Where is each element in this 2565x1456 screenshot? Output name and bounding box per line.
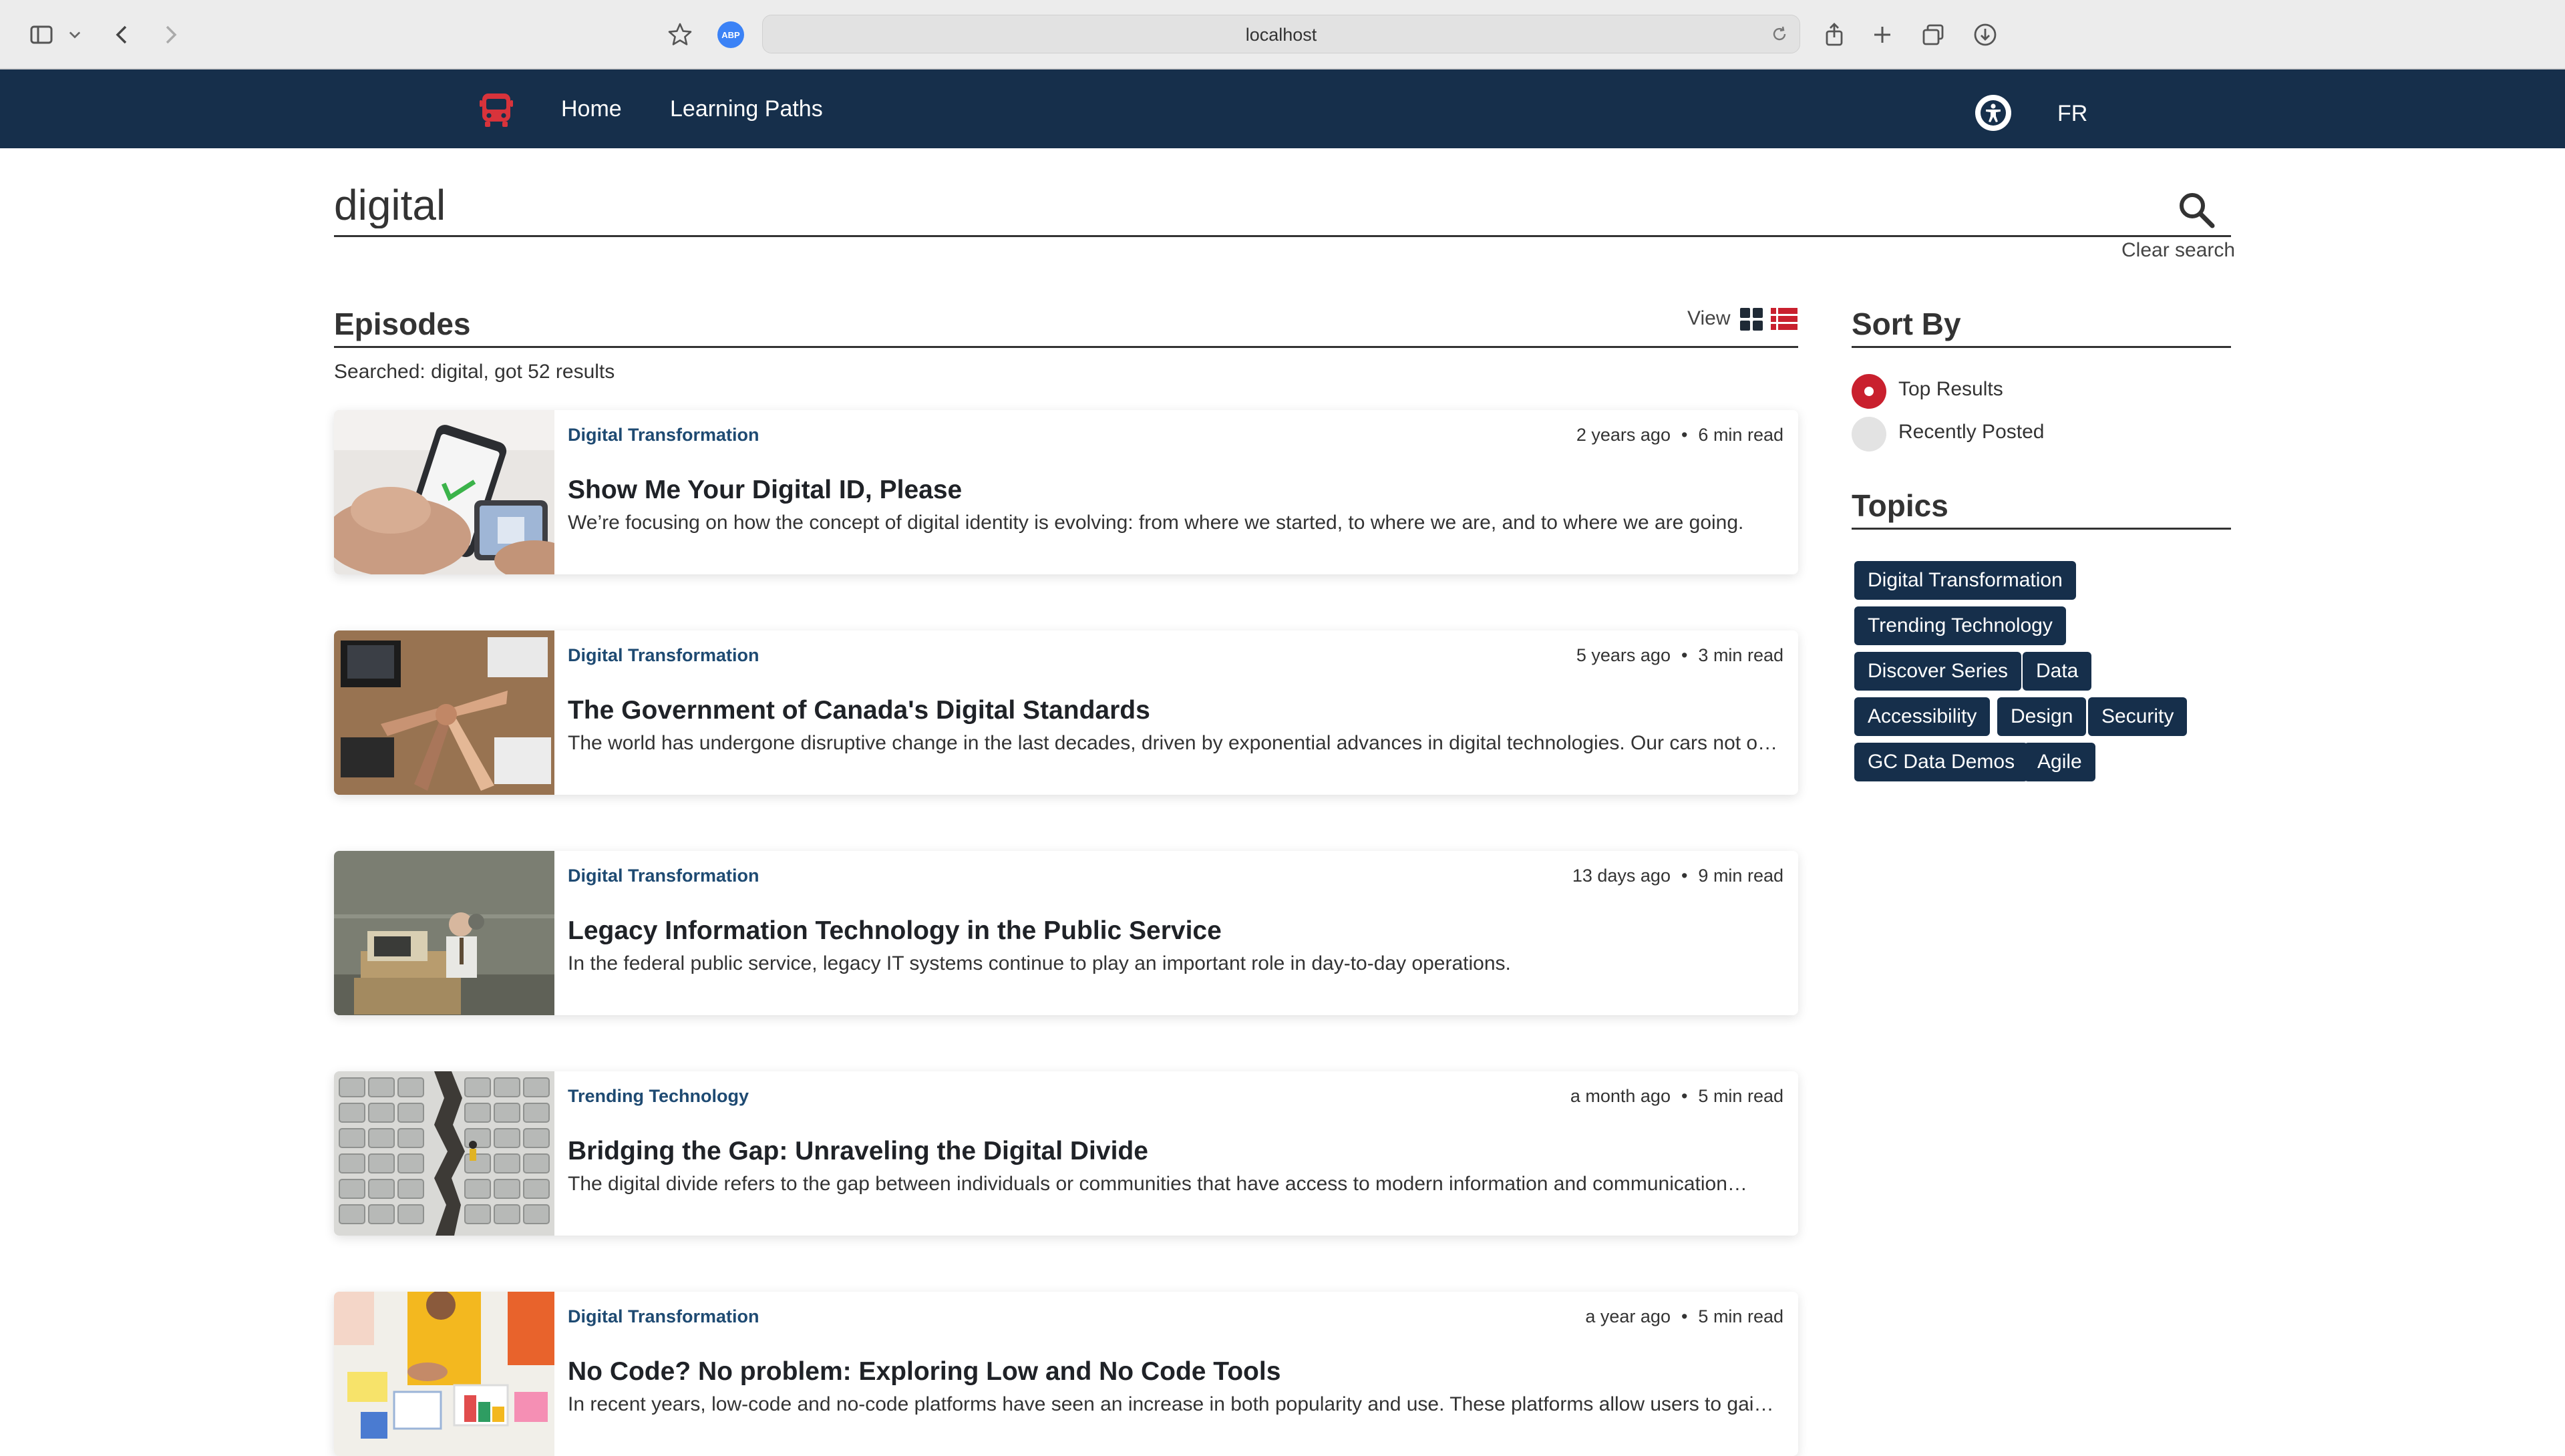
- episode-description: In recent years, low-code and no-code pl…: [568, 1393, 1783, 1415]
- search-input[interactable]: [334, 182, 2138, 228]
- sort-radio-top-results[interactable]: [1852, 374, 1886, 409]
- episode-thumbnail[interactable]: [334, 1071, 554, 1236]
- episode-card[interactable]: Digital Transformation 5 years ago • 3 min…: [334, 630, 1798, 795]
- episode-category[interactable]: Digital Transformation: [568, 866, 759, 886]
- browser-toolbar: ABP localhost: [0, 0, 2565, 69]
- view-label: View: [1687, 307, 1731, 329]
- episode-card[interactable]: Digital Transformation 2 years ago • 6 min…: [334, 410, 1798, 574]
- episode-read-time: 6 min read: [1698, 425, 1783, 445]
- reload-icon[interactable]: [1769, 23, 1790, 45]
- grid-view-icon[interactable]: [1739, 307, 1763, 331]
- search-icon[interactable]: [2176, 190, 2216, 230]
- meta-separator: •: [1681, 1086, 1688, 1106]
- clear-search-link[interactable]: Clear search: [2121, 239, 2235, 262]
- episode-card[interactable]: Trending Technology a month ago • 5 min re…: [334, 1071, 1798, 1236]
- episode-card[interactable]: Digital Transformation a year ago • 5 min …: [334, 1292, 1798, 1456]
- topic-chip[interactable]: Trending Technology: [1854, 606, 2066, 645]
- nav-link-home[interactable]: Home: [561, 96, 622, 122]
- chevron-down-icon[interactable]: [63, 19, 87, 51]
- topic-chip[interactable]: Design: [1997, 697, 2087, 736]
- topic-chip[interactable]: Discover Series: [1854, 652, 2022, 691]
- episode-meta: a year ago • 5 min read: [1585, 1306, 1783, 1327]
- episode-age: a year ago: [1585, 1306, 1671, 1326]
- topic-chip[interactable]: Digital Transformation: [1854, 561, 2076, 600]
- episode-age: a month ago: [1570, 1086, 1671, 1106]
- topic-chip[interactable]: Agile: [2024, 743, 2095, 781]
- episode-title[interactable]: Show Me Your Digital ID, Please: [568, 476, 962, 505]
- topic-chip[interactable]: GC Data Demos: [1854, 743, 2029, 781]
- meta-separator: •: [1681, 425, 1688, 445]
- episode-read-time: 9 min read: [1698, 866, 1783, 886]
- meta-separator: •: [1681, 1306, 1688, 1326]
- bus-logo-icon[interactable]: [478, 91, 514, 130]
- topic-chip[interactable]: Security: [2088, 697, 2188, 736]
- address-bar-url[interactable]: localhost: [763, 25, 1800, 45]
- site-nav-bar: Home Learning Paths FR: [0, 69, 2565, 148]
- episode-description: In the federal public service, legacy IT…: [568, 952, 1511, 974]
- episode-thumbnail[interactable]: [334, 630, 554, 795]
- episode-age: 5 years ago: [1576, 645, 1671, 665]
- sort-by-heading: Sort By: [1852, 307, 1961, 341]
- search-bar: [334, 175, 2231, 237]
- nav-link-learning-paths[interactable]: Learning Paths: [670, 96, 823, 122]
- episode-meta: 2 years ago • 6 min read: [1576, 425, 1783, 445]
- new-tab-icon[interactable]: [1866, 19, 1898, 51]
- episode-meta: 13 days ago • 9 min read: [1572, 866, 1783, 886]
- episode-title[interactable]: Legacy Information Technology in the Pub…: [568, 916, 1222, 946]
- meta-separator: •: [1681, 866, 1688, 886]
- sort-option-label[interactable]: Recently Posted: [1898, 421, 2044, 443]
- episode-read-time: 3 min read: [1698, 645, 1783, 665]
- episode-description: We’re focusing on how the concept of dig…: [568, 512, 1744, 534]
- back-icon[interactable]: [107, 19, 139, 51]
- episodes-header: [334, 306, 1798, 348]
- topics-heading: Topics: [1852, 488, 1948, 523]
- sort-option-label[interactable]: Top Results: [1898, 378, 2003, 401]
- episode-description: The digital divide refers to the gap bet…: [568, 1173, 1747, 1195]
- episode-category[interactable]: Digital Transformation: [568, 1306, 759, 1327]
- episode-meta: 5 years ago • 3 min read: [1576, 645, 1783, 666]
- episode-title[interactable]: The Government of Canada's Digital Stand…: [568, 696, 1150, 725]
- episode-title[interactable]: No Code? No problem: Exploring Low and N…: [568, 1357, 1280, 1387]
- meta-separator: •: [1681, 645, 1688, 665]
- episode-title[interactable]: Bridging the Gap: Unraveling the Digital…: [568, 1137, 1148, 1166]
- language-toggle[interactable]: FR: [2057, 101, 2087, 127]
- episode-category[interactable]: Digital Transformation: [568, 425, 759, 445]
- episode-thumbnail[interactable]: [334, 1292, 554, 1456]
- topic-chip[interactable]: Data: [2023, 652, 2092, 691]
- episode-meta: a month ago • 5 min read: [1570, 1086, 1783, 1107]
- list-view-icon[interactable]: [1770, 307, 1798, 331]
- bookmark-star-icon[interactable]: [664, 19, 696, 51]
- share-icon[interactable]: [1818, 19, 1850, 51]
- episode-thumbnail[interactable]: [334, 410, 554, 574]
- forward-icon[interactable]: [154, 19, 186, 51]
- episode-category[interactable]: Digital Transformation: [568, 645, 759, 666]
- tab-overview-icon[interactable]: [1917, 19, 1949, 51]
- sidebar-toggle-icon[interactable]: [25, 19, 57, 51]
- episode-age: 13 days ago: [1572, 866, 1671, 886]
- episode-category[interactable]: Trending Technology: [568, 1086, 749, 1107]
- accessibility-button[interactable]: [1975, 95, 2011, 131]
- downloads-icon[interactable]: [1969, 19, 2001, 51]
- episode-read-time: 5 min read: [1698, 1306, 1783, 1326]
- adblock-extension-icon[interactable]: ABP: [717, 21, 744, 48]
- address-bar[interactable]: localhost: [762, 15, 1800, 53]
- sort-radio-recently-posted[interactable]: [1852, 417, 1886, 451]
- episode-age: 2 years ago: [1576, 425, 1671, 445]
- topic-chip[interactable]: Accessibility: [1854, 697, 1991, 736]
- accessibility-icon: [1981, 100, 2006, 126]
- episode-read-time: 5 min read: [1698, 1086, 1783, 1106]
- episode-card[interactable]: Digital Transformation 13 days ago • 9 min…: [334, 851, 1798, 1015]
- results-summary: Searched: digital, got 52 results: [334, 361, 615, 383]
- episode-description: The world has undergone disruptive chang…: [568, 732, 1778, 754]
- episodes-heading: Episodes: [334, 307, 471, 341]
- episode-thumbnail[interactable]: [334, 851, 554, 1015]
